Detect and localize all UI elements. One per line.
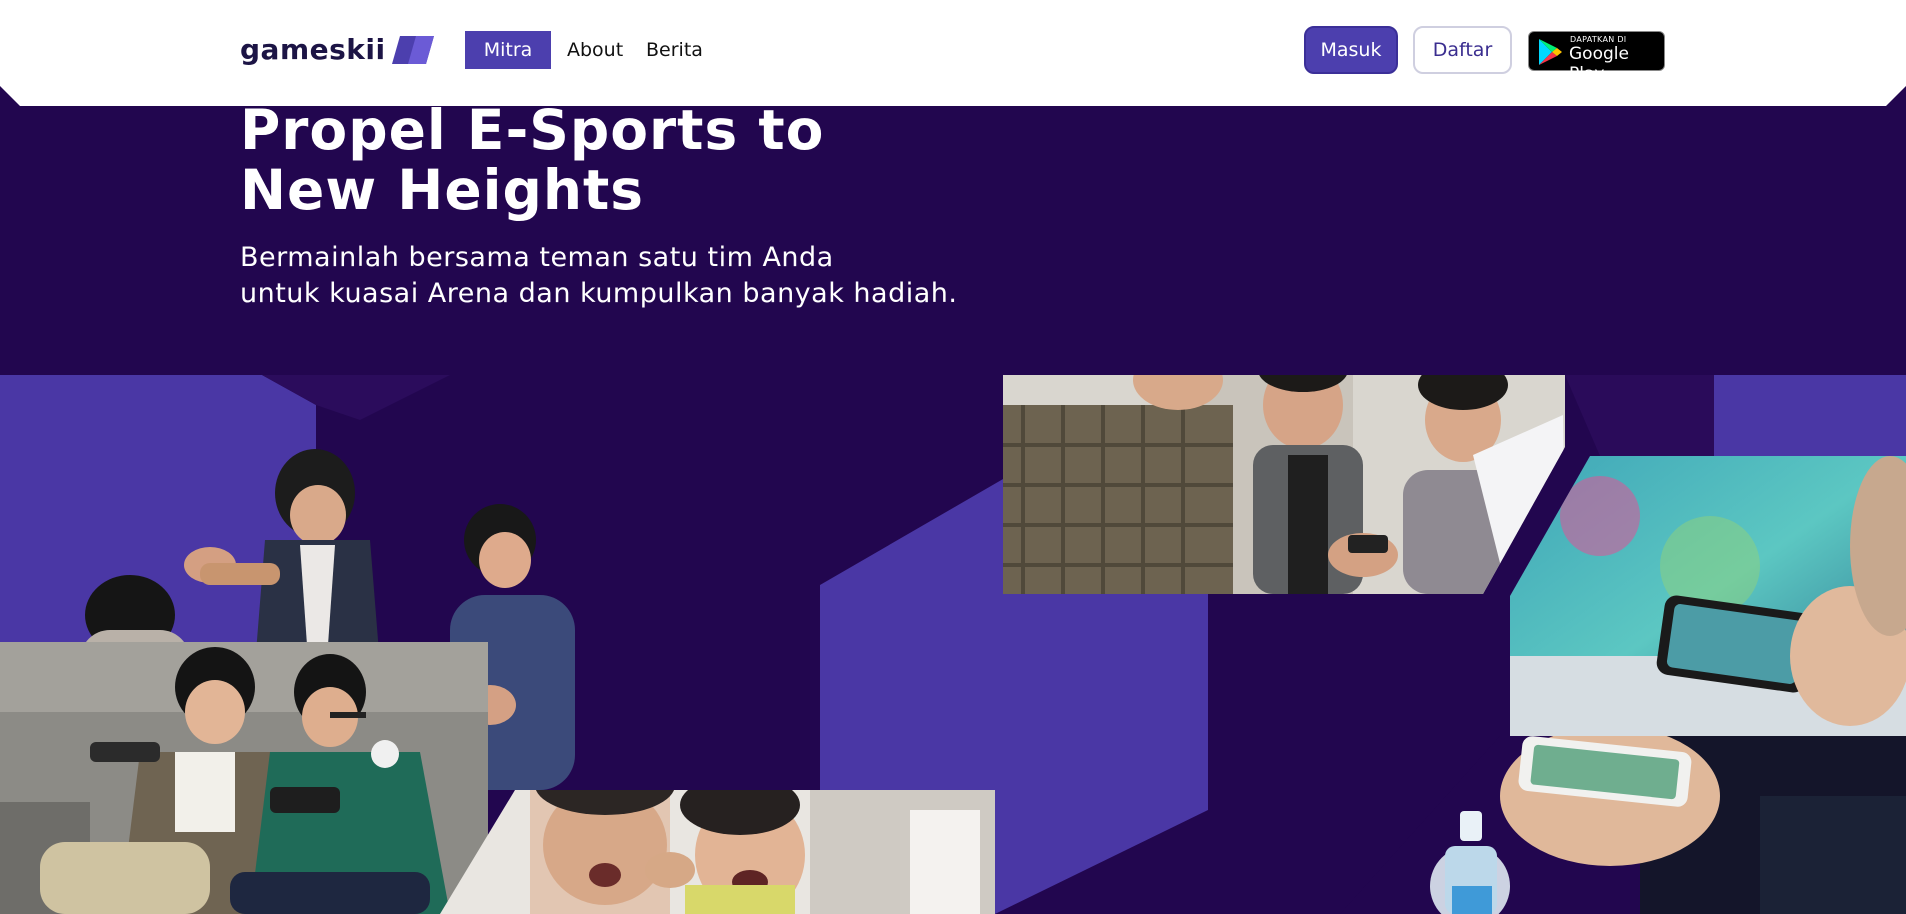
logo-mark-icon <box>391 35 434 64</box>
google-play-text: Google Play <box>1569 44 1629 84</box>
hero-title-line-1: Propel E-Sports to <box>240 98 825 162</box>
photo-friends-laughing-phones <box>1003 375 1565 594</box>
gameskii-logo[interactable]: gameskii <box>240 33 434 66</box>
google-play-small-text: DAPATKAN DI <box>1570 35 1627 44</box>
hero-subtitle: Bermainlah bersama teman satu tim Anda u… <box>240 240 1160 312</box>
nav-about[interactable]: About <box>567 31 623 69</box>
hero-title: Propel E-Sports to New Heights <box>240 100 1000 220</box>
logo-text: gameskii <box>240 33 386 66</box>
top-navbar: gameskii Mitra About Berita Masuk Daftar… <box>0 0 1906 106</box>
photo-kids-shouting <box>440 790 995 914</box>
login-button[interactable]: Masuk <box>1304 26 1398 74</box>
nav-mitra[interactable]: Mitra <box>465 31 551 69</box>
register-button[interactable]: Daftar <box>1413 26 1512 74</box>
google-play-icon <box>1539 39 1562 65</box>
nav-berita[interactable]: Berita <box>646 31 703 69</box>
hero-subtitle-line-1: Bermainlah bersama teman satu tim Anda <box>240 242 834 273</box>
hero-subtitle-line-2: untuk kuasai Arena dan kumpulkan banyak … <box>240 278 958 309</box>
google-play-badge[interactable]: DAPATKAN DI Google Play <box>1528 31 1665 84</box>
photo-two-boys-phones <box>0 642 488 914</box>
hero-title-line-2: New Heights <box>240 158 645 222</box>
photo-mobile-game-closeup <box>1510 456 1906 736</box>
